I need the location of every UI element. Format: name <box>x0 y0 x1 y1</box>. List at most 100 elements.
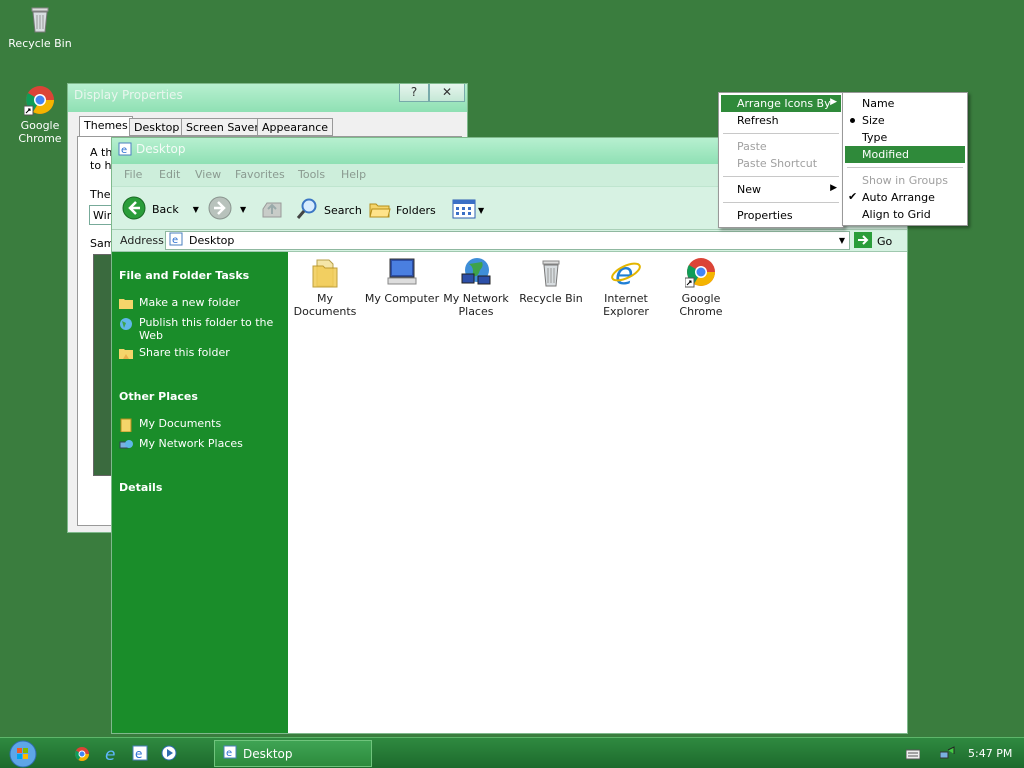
tab-desktop[interactable]: Desktop <box>129 118 185 136</box>
item-internet-explorer[interactable]: e Internet Explorer <box>587 256 665 318</box>
start-button[interactable] <box>8 740 38 768</box>
radio-bullet-icon <box>850 118 855 123</box>
tab-screen-saver[interactable]: Screen Saver <box>181 118 264 136</box>
go-button[interactable]: Go <box>854 232 892 251</box>
menu-separator <box>723 133 839 134</box>
menu-sort-name[interactable]: Name <box>845 95 965 112</box>
panel-text: The <box>90 188 111 201</box>
item-my-network-places[interactable]: My Network Places <box>437 256 515 318</box>
menu-tools[interactable]: Tools <box>298 168 325 181</box>
svg-text:e: e <box>615 257 633 288</box>
ie-page-icon: e <box>118 142 132 156</box>
my-documents-link[interactable]: My Documents <box>119 417 284 433</box>
other-places-header[interactable]: Other Places <box>119 390 198 403</box>
task-label: Make a new folder <box>139 296 240 309</box>
item-google-chrome[interactable]: Google Chrome <box>662 256 740 318</box>
go-label: Go <box>877 235 893 248</box>
svg-text:e: e <box>121 145 127 156</box>
menu-sort-modified[interactable]: Modified <box>845 146 965 163</box>
ie-page-icon: e <box>132 745 148 764</box>
up-folder-button[interactable] <box>261 197 283 224</box>
tasks-header[interactable]: File and Folder Tasks <box>119 269 249 282</box>
address-input[interactable]: e Desktop ▼ <box>165 231 850 250</box>
up-folder-icon <box>261 202 283 224</box>
menu-view[interactable]: View <box>195 168 221 181</box>
menu-refresh[interactable]: Refresh <box>721 112 841 129</box>
submenu-arrow-icon: ▶ <box>830 183 837 193</box>
task-pane: File and Folder Tasks Make a new folder … <box>112 252 288 733</box>
place-label: My Documents <box>139 417 222 430</box>
task-label: Publish this folder to the Web <box>139 316 274 342</box>
taskbar-button-desktop[interactable]: e Desktop <box>214 740 372 767</box>
menu-show-in-groups[interactable]: Show in Groups <box>845 172 965 189</box>
item-my-documents[interactable]: My Documents <box>286 256 364 318</box>
tray-network-icon[interactable] <box>939 746 956 763</box>
submenu-arrow-icon: ▶ <box>830 97 837 107</box>
item-label: Recycle Bin <box>519 292 583 305</box>
menu-sort-size[interactable]: Size <box>845 112 965 129</box>
folders-button[interactable]: Folders <box>369 198 436 222</box>
desktop-recycle-bin[interactable]: Recycle Bin <box>2 2 78 50</box>
my-documents-icon <box>119 418 133 433</box>
menu-paste[interactable]: Paste <box>721 138 841 155</box>
window-title: Display Properties <box>74 88 183 102</box>
svg-text:e: e <box>172 235 178 246</box>
quicklaunch-chrome[interactable] <box>74 746 90 765</box>
ie-page-icon: e <box>169 232 183 249</box>
views-button[interactable]: ▼ <box>452 199 484 222</box>
make-new-folder-link[interactable]: Make a new folder <box>119 296 284 309</box>
menu-file[interactable]: File <box>124 168 142 181</box>
new-folder-icon <box>119 297 133 309</box>
quicklaunch-ie-page[interactable]: e <box>132 745 148 764</box>
address-bar: Address e Desktop ▼ Go <box>112 230 907 252</box>
tab-themes[interactable]: Themes <box>79 116 133 137</box>
go-arrow-icon <box>854 232 872 251</box>
address-value: Desktop <box>189 234 235 247</box>
menu-align-to-grid[interactable]: Align to Grid <box>845 206 965 223</box>
tray-clock[interactable]: 5:47 PM <box>968 747 1012 760</box>
my-documents-icon <box>309 256 341 288</box>
dropdown-arrow-icon[interactable]: ▼ <box>839 236 845 245</box>
help-button[interactable]: ? <box>399 84 429 102</box>
panel-text: to h <box>90 159 112 172</box>
menu-new[interactable]: New ▶ <box>721 181 841 198</box>
my-network-places-link[interactable]: My Network Places <box>119 437 284 450</box>
menu-separator <box>723 176 839 177</box>
taskbar: e e e Desktop 5:47 PM <box>0 737 1024 768</box>
item-my-computer[interactable]: My Computer <box>363 256 441 305</box>
window-title: Desktop <box>136 142 186 156</box>
menu-help[interactable]: Help <box>341 168 366 181</box>
forward-button[interactable]: ▼ <box>208 196 246 223</box>
item-recycle-bin[interactable]: Recycle Bin <box>512 256 590 305</box>
close-button[interactable]: ✕ <box>429 84 465 102</box>
search-label: Search <box>324 203 362 217</box>
search-button[interactable]: Search <box>295 198 362 222</box>
menu-paste-shortcut[interactable]: Paste Shortcut <box>721 155 841 172</box>
tray-keyboard-icon[interactable] <box>905 748 921 763</box>
details-header[interactable]: Details <box>119 481 162 494</box>
menu-favorites[interactable]: Favorites <box>235 168 285 181</box>
menu-auto-arrange[interactable]: ✔ Auto Arrange <box>845 189 965 206</box>
my-computer-icon <box>386 256 418 288</box>
menu-edit[interactable]: Edit <box>159 168 180 181</box>
menu-sort-type[interactable]: Type <box>845 129 965 146</box>
quicklaunch-ie[interactable]: e <box>103 744 121 765</box>
views-icon <box>452 199 476 222</box>
item-label: Internet Explorer <box>603 292 649 318</box>
quicklaunch-media-player[interactable] <box>161 745 177 764</box>
network-places-icon <box>460 256 492 288</box>
back-button[interactable]: Back ▼ <box>122 196 199 221</box>
file-view[interactable]: My Documents My Computer My Network Plac… <box>288 252 907 733</box>
arrange-submenu: Name Size Type Modified Show in Groups ✔… <box>842 92 968 226</box>
menu-properties[interactable]: Properties <box>721 207 841 224</box>
dropdown-arrow-icon[interactable]: ▼ <box>193 205 199 214</box>
dropdown-arrow-icon[interactable]: ▼ <box>240 205 246 214</box>
publish-web-link[interactable]: Publish this folder to the Web <box>119 316 284 342</box>
share-folder-link[interactable]: Share this folder <box>119 346 284 359</box>
forward-arrow-icon <box>208 196 232 223</box>
desktop-icon-label: Recycle Bin <box>8 37 72 50</box>
recycle-bin-icon <box>24 2 56 34</box>
menu-arrange-icons-by[interactable]: Arrange Icons By ▶ <box>721 95 841 112</box>
media-player-icon <box>161 745 177 764</box>
tab-appearance[interactable]: Appearance <box>257 118 334 136</box>
